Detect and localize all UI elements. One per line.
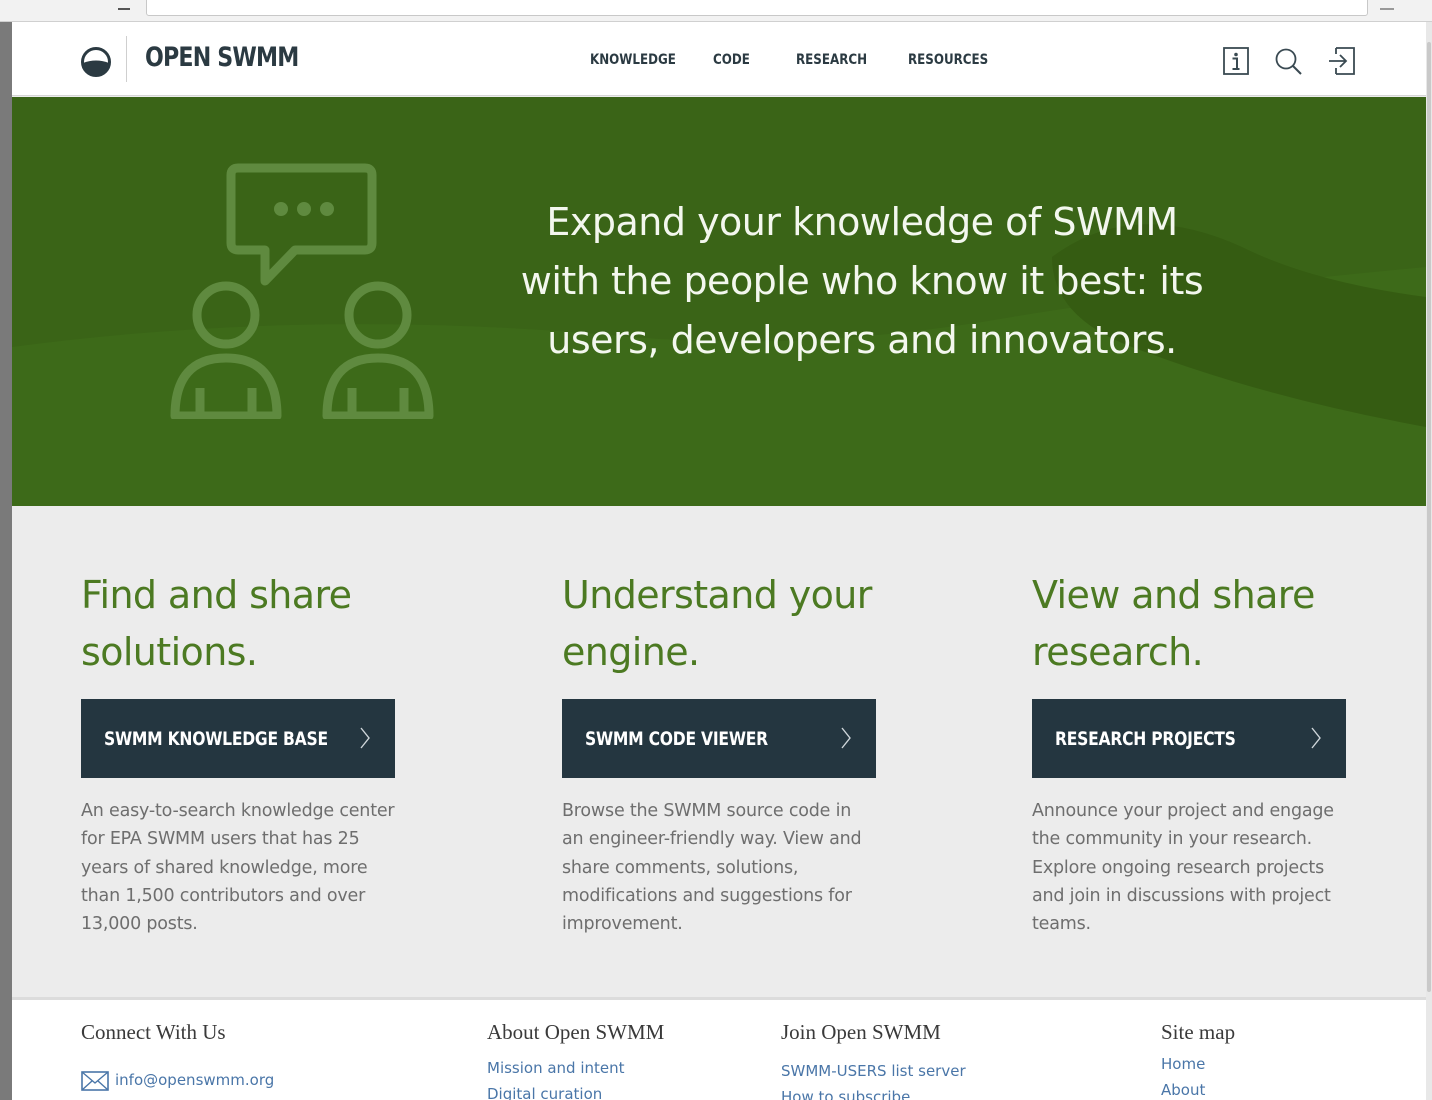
footer-about: About Open SWMM Mission and intent Digit… [487, 1020, 664, 1100]
chevron-right-icon [1311, 727, 1321, 749]
scrollbar-thumb[interactable] [1427, 42, 1431, 992]
scrollbar[interactable] [1426, 22, 1432, 1100]
browser-toolbar [0, 0, 1432, 22]
nav-knowledge[interactable]: KNOWLEDGE [590, 52, 676, 68]
footer-heading: About Open SWMM [487, 1020, 665, 1044]
site-footer: Connect With Us info@openswmm.org About … [12, 997, 1426, 1100]
button-label: SWMM KNOWLEDGE BASE [104, 728, 328, 750]
description-line: An easy-to-search knowledge center [81, 801, 395, 821]
feature-knowledge: Find and share solutions. SWMM KNOWLEDGE… [81, 567, 411, 934]
description-line: share comments, solutions, [562, 857, 799, 878]
hero-banner: Expand your knowledge of SWMM with the p… [12, 97, 1426, 506]
feature-title-line: View and share [1032, 573, 1315, 617]
site-header: OPEN SWMM KNOWLEDGE CODE RESEARCH RESOUR… [12, 22, 1426, 96]
description-line: than 1,500 contributors and over [81, 885, 366, 906]
description-line: years of shared knowledge, more [81, 857, 368, 878]
footer-link[interactable]: Home [1161, 1055, 1235, 1073]
footer-link[interactable]: How to subscribe [781, 1088, 966, 1100]
description-line: Explore ongoing research projects [1032, 857, 1324, 878]
nav-research[interactable]: RESEARCH [796, 52, 867, 68]
description-line: teams. [1032, 914, 1091, 935]
description-line: modifications and suggestions for [562, 885, 852, 906]
chevron-right-icon [841, 727, 851, 749]
description-line: and join in discussions with project [1032, 885, 1331, 906]
minimize-icon[interactable] [1380, 8, 1394, 10]
feature-description: Browse the SWMM source code in an engine… [562, 797, 898, 938]
description-line: the community in your research. [1032, 829, 1313, 850]
footer-sitemap: Site map Home About [1161, 1020, 1235, 1099]
description-line: improvement. [562, 914, 683, 935]
footer-link[interactable]: Digital curation [487, 1085, 664, 1100]
description-line: 13,000 posts. [81, 914, 198, 935]
footer-email-row[interactable]: info@openswmm.org [81, 1071, 274, 1091]
research-projects-button[interactable]: RESEARCH PROJECTS [1032, 699, 1346, 778]
page: OPEN SWMM KNOWLEDGE CODE RESEARCH RESOUR… [12, 22, 1426, 1100]
mail-icon [81, 1071, 109, 1091]
footer-join: Join Open SWMM SWMM-USERS list server Ho… [781, 1020, 966, 1100]
description-line: an engineer-friendly way. View and [562, 829, 862, 850]
menu-dash-icon [118, 8, 130, 10]
hero-line: Expand your knowledge of SWMM [546, 200, 1178, 244]
feature-title-line: Understand your [562, 573, 872, 617]
info-icon[interactable] [1222, 46, 1250, 76]
button-label: SWMM CODE VIEWER [585, 728, 768, 750]
feature-title-line: Find and share [81, 573, 352, 617]
feature-research: View and share research. RESEARCH PROJEC… [1032, 567, 1362, 934]
community-discussion-icon [170, 163, 434, 419]
button-label: RESEARCH PROJECTS [1055, 728, 1236, 750]
knowledge-base-button[interactable]: SWMM KNOWLEDGE BASE [81, 699, 395, 778]
footer-heading: Connect With Us [81, 1020, 226, 1044]
description-line: Browse the SWMM source code in [562, 801, 852, 821]
footer-heading: Join Open SWMM [781, 1020, 941, 1044]
description-line: for EPA SWMM users that has 25 [81, 829, 360, 850]
footer-email-link[interactable]: info@openswmm.org [115, 1071, 274, 1089]
feature-description: Announce your project and engage the com… [1032, 797, 1368, 938]
nav-code[interactable]: CODE [713, 52, 750, 68]
feature-title-line: solutions. [81, 630, 258, 674]
feature-title: Understand your engine. [562, 567, 892, 681]
footer-heading: Site map [1161, 1020, 1236, 1044]
feature-description: An easy-to-search knowledge center for E… [81, 797, 417, 938]
footer-connect: Connect With Us info@openswmm.org [81, 1020, 274, 1091]
feature-title: Find and share solutions. [81, 567, 411, 681]
feature-title-line: engine. [562, 630, 700, 674]
description-line: Announce your project and engage [1032, 801, 1334, 821]
search-icon[interactable] [1274, 46, 1302, 76]
hero-line: users, developers and innovators. [547, 318, 1177, 362]
hero-headline: Expand your knowledge of SWMM with the p… [512, 193, 1212, 370]
footer-link[interactable]: Mission and intent [487, 1059, 664, 1077]
footer-link[interactable]: SWMM-USERS list server [781, 1062, 966, 1080]
chevron-right-icon [360, 727, 370, 749]
feature-code: Understand your engine. SWMM CODE VIEWER… [562, 567, 892, 934]
code-viewer-button[interactable]: SWMM CODE VIEWER [562, 699, 876, 778]
address-bar[interactable] [146, 0, 1368, 16]
brand-name[interactable]: OPEN SWMM [145, 42, 299, 73]
hero-line: with the people who know it best: its [520, 259, 1204, 303]
footer-link[interactable]: About [1161, 1081, 1235, 1099]
open-swmm-logo-icon[interactable] [80, 46, 112, 78]
logo-divider [126, 36, 127, 82]
sign-in-icon[interactable] [1328, 46, 1356, 76]
nav-resources[interactable]: RESOURCES [908, 52, 988, 68]
feature-title-line: research. [1032, 630, 1204, 674]
feature-title: View and share research. [1032, 567, 1362, 681]
